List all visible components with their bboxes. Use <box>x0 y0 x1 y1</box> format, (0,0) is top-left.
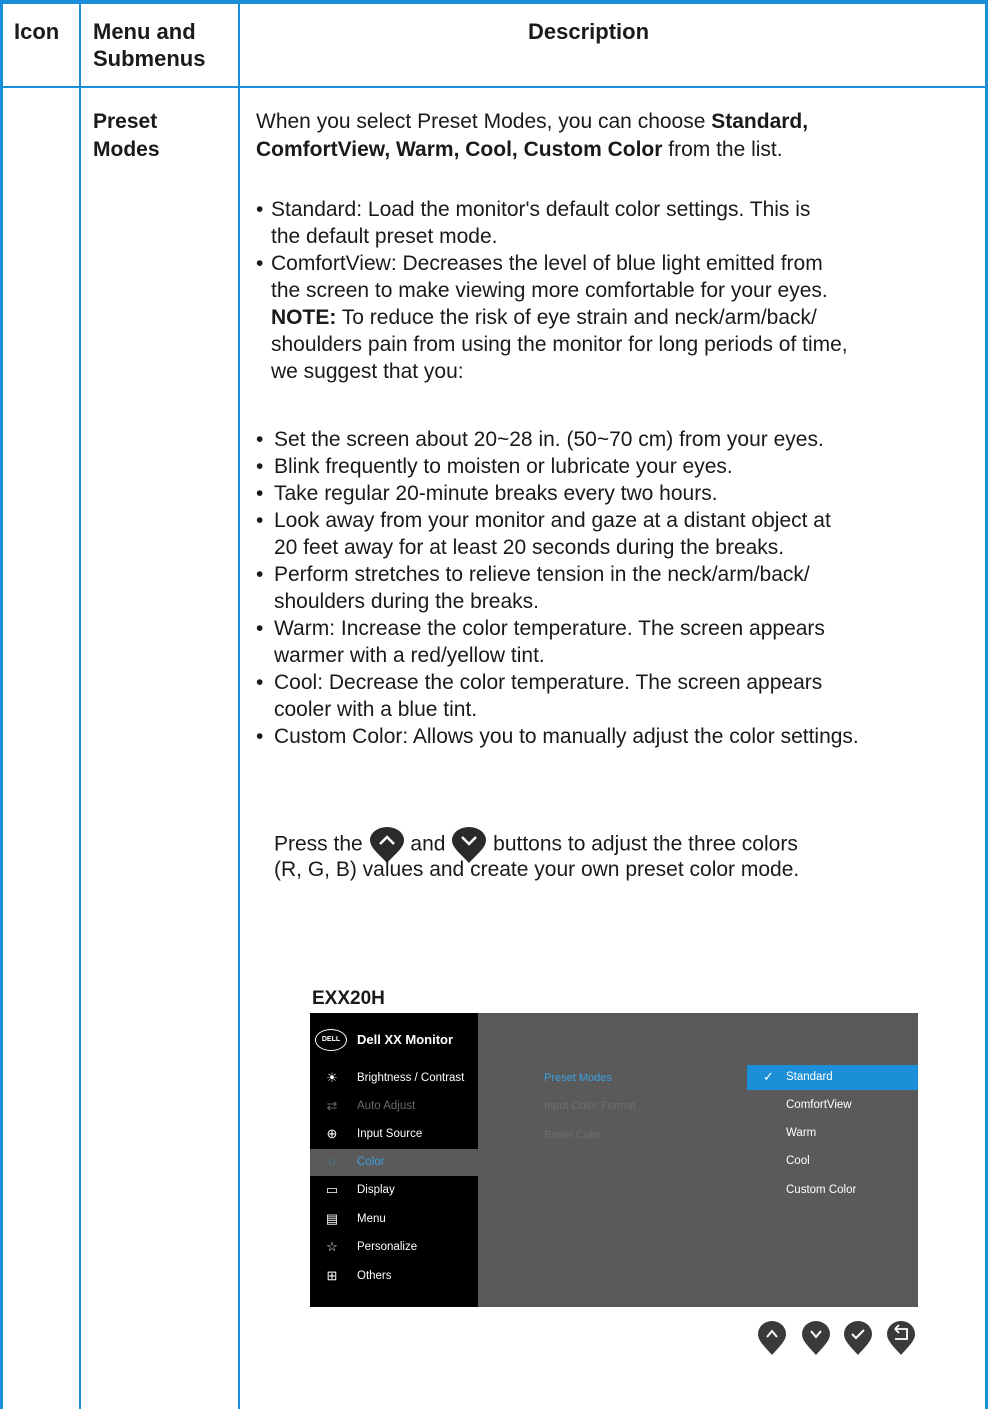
osd-item-brightness[interactable]: ☀ Brightness / Contrast <box>310 1065 478 1092</box>
header-menu-line2: Submenus <box>93 46 206 71</box>
header-description: Description <box>528 19 650 44</box>
osd-up-button-icon[interactable] <box>757 1320 787 1356</box>
tip-look-away-line1: Look away from your monitor and gaze at … <box>274 509 831 532</box>
bullet-standard-line2: the default preset mode. <box>271 225 498 248</box>
color-icon: ◌ <box>328 1154 336 1169</box>
header-menu-line1: Menu and <box>93 19 196 44</box>
osd-item-others[interactable]: ⊞ Others <box>310 1263 478 1290</box>
bullet-dot: • <box>256 563 264 586</box>
tip-distance: Set the screen about 20~28 in. (50~70 cm… <box>274 428 824 451</box>
osd-option-cool[interactable]: Cool <box>747 1149 918 1174</box>
column-divider <box>238 4 240 1409</box>
osd-sub-preset-modes[interactable]: Preset Modes <box>544 1072 612 1084</box>
others-icon: ⊞ <box>326 1268 338 1283</box>
osd-option-custom-color[interactable]: Custom Color <box>747 1178 918 1203</box>
osd-sub-input-color-format[interactable]: Input Color Format <box>544 1100 636 1112</box>
bullet-cool-line2: cooler with a blue tint. <box>274 698 478 721</box>
intro-line2: ComfortView, Warm, Cool, Custom Color fr… <box>256 138 783 161</box>
osd-item-personalize[interactable]: ☆ Personalize <box>310 1234 478 1261</box>
osd-sub-reset-color[interactable]: Reset Color <box>544 1129 602 1141</box>
tip-stretch-line2: shoulders during the breaks. <box>274 590 539 613</box>
bullet-dot: • <box>256 455 264 478</box>
osd-item-auto-adjust[interactable]: ⇄ Auto Adjust <box>310 1093 478 1120</box>
osd-model-label: EXX20H <box>312 988 385 1009</box>
auto-adjust-icon: ⇄ <box>326 1098 338 1113</box>
osd-option-comfortview[interactable]: ComfortView <box>747 1093 918 1118</box>
osd-option-standard[interactable]: ✓ Standard <box>747 1065 918 1090</box>
intro-line1: When you select Preset Modes, you can ch… <box>256 110 809 133</box>
bullet-comfort-line1: ComfortView: Decreases the level of blue… <box>271 252 823 275</box>
bullet-dot: • <box>256 198 264 221</box>
bullet-cool-line1: Cool: Decrease the color temperature. Th… <box>274 671 823 694</box>
tip-look-away-line2: 20 feet away for at least 20 seconds dur… <box>274 536 785 559</box>
dell-logo: DELL <box>315 1029 347 1051</box>
note-line2: shoulders pain from using the monitor fo… <box>271 333 848 356</box>
bullet-dot: • <box>256 252 264 275</box>
osd-item-input-source[interactable]: ⊕ Input Source <box>310 1121 478 1148</box>
tip-breaks: Take regular 20-minute breaks every two … <box>274 482 718 505</box>
personalize-icon: ☆ <box>326 1239 338 1254</box>
osd-item-color[interactable]: ◌ Color <box>310 1149 478 1176</box>
osd-down-button-icon[interactable] <box>801 1320 831 1356</box>
press-line2: (R, G, B) values and create your own pre… <box>274 858 800 881</box>
bullet-standard-line1: Standard: Load the monitor's default col… <box>271 198 811 221</box>
bullet-dot: • <box>256 482 264 505</box>
menu-preset: Preset <box>93 110 158 133</box>
bullet-warm-line2: warmer with a red/yellow tint. <box>274 644 545 667</box>
bullet-dot: • <box>256 617 264 640</box>
input-source-icon: ⊕ <box>326 1126 338 1141</box>
bullet-custom: Custom Color: Allows you to manually adj… <box>274 725 859 748</box>
brightness-icon: ☀ <box>326 1070 338 1085</box>
osd-back-button-icon[interactable] <box>886 1320 916 1356</box>
bullet-comfort-line2: the screen to make viewing more comforta… <box>271 279 828 302</box>
osd-main-menu: DELL Dell XX Monitor ☀ Brightness / Cont… <box>310 1013 478 1307</box>
menu-modes: Modes <box>93 138 160 161</box>
header-icon: Icon <box>14 19 60 44</box>
display-icon: ▭ <box>325 1182 339 1197</box>
bullet-dot: • <box>256 509 264 532</box>
osd-title: Dell XX Monitor <box>357 1032 454 1047</box>
tip-blink: Blink frequently to moisten or lubricate… <box>274 455 733 478</box>
bullet-warm-line1: Warm: Increase the color temperature. Th… <box>274 617 825 640</box>
header-divider <box>0 86 988 88</box>
bullet-dot: • <box>256 725 264 748</box>
column-divider <box>79 4 81 1409</box>
note-line1: NOTE: To reduce the risk of eye strain a… <box>271 306 817 329</box>
menu-icon: ▤ <box>325 1211 339 1226</box>
osd-option-warm[interactable]: Warm <box>747 1121 918 1146</box>
osd-menu-panel: DELL Dell XX Monitor ☀ Brightness / Cont… <box>310 1013 918 1307</box>
osd-item-display[interactable]: ▭ Display <box>310 1177 478 1204</box>
osd-confirm-button-icon[interactable] <box>843 1320 873 1356</box>
osd-item-menu[interactable]: ▤ Menu <box>310 1206 478 1233</box>
bullet-dot: • <box>256 671 264 694</box>
note-line3: we suggest that you: <box>271 360 464 383</box>
tip-stretch-line1: Perform stretches to relieve tension in … <box>274 563 810 586</box>
check-icon: ✓ <box>763 1069 774 1084</box>
bullet-dot: • <box>256 428 264 451</box>
